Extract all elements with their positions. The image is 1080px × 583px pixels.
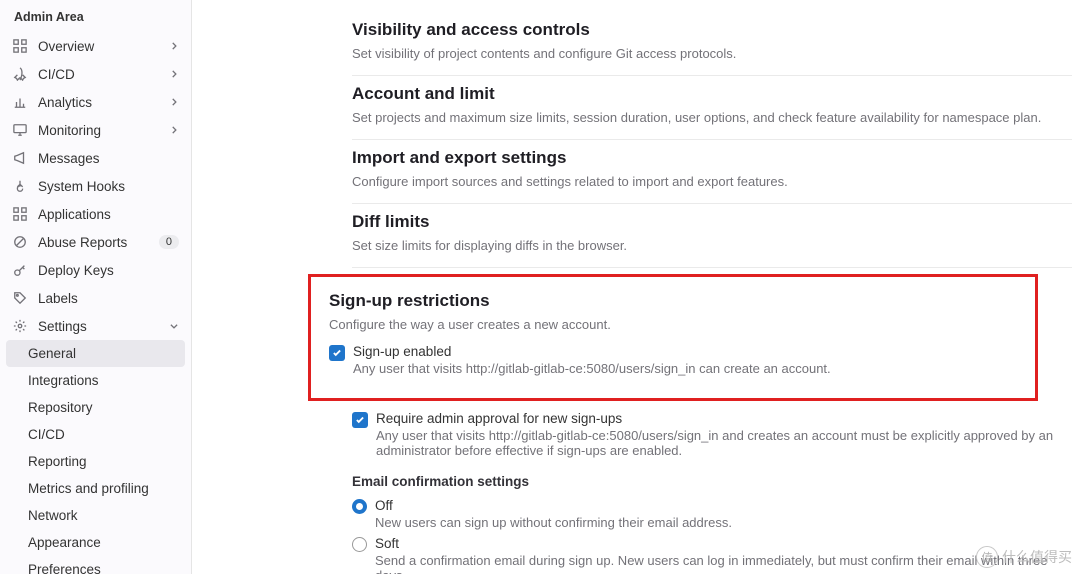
section-desc: Set visibility of project contents and c…	[352, 46, 1072, 61]
require-admin-label: Require admin approval for new sign-ups	[376, 411, 1080, 426]
sidebar-item-label: Monitoring	[38, 123, 101, 138]
sidebar: Admin Area Overview CI/CD Analytics Moni…	[0, 0, 192, 574]
settings-subitems: General Integrations Repository CI/CD Re…	[0, 340, 191, 583]
section-desc: Configure the way a user creates a new a…	[329, 317, 1017, 332]
email-confirmation-title: Email confirmation settings	[352, 474, 1080, 489]
sub-item-repository[interactable]: Repository	[0, 394, 191, 421]
signup-enabled-sub: Any user that visits http://gitlab-gitla…	[353, 361, 831, 376]
section-title: Diff limits	[352, 212, 1072, 232]
radio-sub: Send a confirmation email during sign up…	[375, 553, 1080, 574]
sub-item-appearance[interactable]: Appearance	[0, 529, 191, 556]
sidebar-item-cicd[interactable]: CI/CD	[0, 60, 191, 88]
chevron-down-icon	[169, 319, 179, 334]
section-title: Import and export settings	[352, 148, 1072, 168]
sub-item-integrations[interactable]: Integrations	[0, 367, 191, 394]
gear-icon	[12, 318, 28, 334]
sub-item-preferences[interactable]: Preferences	[0, 556, 191, 583]
chart-icon	[12, 94, 28, 110]
sub-item-cicd[interactable]: CI/CD	[0, 421, 191, 448]
slash-icon	[12, 234, 28, 250]
sidebar-item-label: Overview	[38, 39, 94, 54]
key-icon	[12, 262, 28, 278]
section-title: Sign-up restrictions	[329, 291, 1017, 311]
sidebar-item-settings[interactable]: Settings	[0, 312, 191, 340]
section-import[interactable]: Import and export settings Configure imp…	[352, 140, 1072, 204]
sub-item-general[interactable]: General	[6, 340, 185, 367]
chevron-right-icon	[169, 67, 179, 82]
sidebar-item-system-hooks[interactable]: System Hooks	[0, 172, 191, 200]
radio-sub: New users can sign up without confirming…	[375, 515, 732, 530]
radio-label: Soft	[375, 536, 1080, 551]
sidebar-item-label: Analytics	[38, 95, 92, 110]
abuse-badge: 0	[159, 235, 179, 249]
section-diff[interactable]: Diff limits Set size limits for displayi…	[352, 204, 1072, 268]
watermark: 值 什么值得买	[976, 546, 1072, 568]
watermark-text: 什么值得买	[1002, 547, 1072, 567]
hook-icon	[12, 178, 28, 194]
sub-item-metrics[interactable]: Metrics and profiling	[0, 475, 191, 502]
require-admin-checkbox[interactable]	[352, 412, 368, 428]
section-desc: Set projects and maximum size limits, se…	[352, 110, 1072, 125]
radio-soft[interactable]	[352, 537, 367, 552]
section-account[interactable]: Account and limit Set projects and maxim…	[352, 76, 1072, 140]
signup-enabled-checkbox[interactable]	[329, 345, 345, 361]
sidebar-item-label: Settings	[38, 319, 87, 334]
section-desc: Set size limits for displaying diffs in …	[352, 238, 1072, 253]
monitor-icon	[12, 122, 28, 138]
sidebar-item-label: Messages	[38, 151, 100, 166]
sidebar-item-messages[interactable]: Messages	[0, 144, 191, 172]
sidebar-item-label: Deploy Keys	[38, 263, 114, 278]
chevron-right-icon	[169, 39, 179, 54]
signup-restrictions-highlight: Sign-up restrictions Configure the way a…	[308, 274, 1038, 401]
megaphone-icon	[12, 150, 28, 166]
require-admin-row: Require admin approval for new sign-ups …	[352, 407, 1080, 462]
sub-item-reporting[interactable]: Reporting	[0, 448, 191, 475]
radio-label: Off	[375, 498, 732, 513]
rocket-icon	[12, 66, 28, 82]
sidebar-item-labels[interactable]: Labels	[0, 284, 191, 312]
sidebar-item-label: Labels	[38, 291, 78, 306]
sidebar-item-overview[interactable]: Overview	[0, 32, 191, 60]
section-title: Account and limit	[352, 84, 1072, 104]
section-desc: Configure import sources and settings re…	[352, 174, 1072, 189]
tag-icon	[12, 290, 28, 306]
sidebar-item-label: CI/CD	[38, 67, 75, 82]
radio-off[interactable]	[352, 499, 367, 514]
require-admin-sub: Any user that visits http://gitlab-gitla…	[376, 428, 1080, 458]
applications-icon	[12, 206, 28, 222]
section-visibility[interactable]: Visibility and access controls Set visib…	[352, 12, 1072, 76]
email-option-soft: Soft Send a confirmation email during si…	[352, 533, 1080, 574]
email-option-off: Off New users can sign up without confir…	[352, 495, 1080, 533]
sidebar-item-label: Abuse Reports	[38, 235, 127, 250]
watermark-badge-icon: 值	[976, 546, 998, 568]
sidebar-item-abuse-reports[interactable]: Abuse Reports 0	[0, 228, 191, 256]
sidebar-item-monitoring[interactable]: Monitoring	[0, 116, 191, 144]
sub-item-network[interactable]: Network	[0, 502, 191, 529]
settings-main: Visibility and access controls Set visib…	[192, 0, 1080, 574]
sidebar-item-label: System Hooks	[38, 179, 125, 194]
sidebar-title: Admin Area	[0, 6, 191, 32]
overview-icon	[12, 38, 28, 54]
chevron-right-icon	[169, 95, 179, 110]
section-title: Visibility and access controls	[352, 20, 1072, 40]
chevron-right-icon	[169, 123, 179, 138]
sidebar-item-deploy-keys[interactable]: Deploy Keys	[0, 256, 191, 284]
sidebar-item-analytics[interactable]: Analytics	[0, 88, 191, 116]
sidebar-item-label: Applications	[38, 207, 111, 222]
signup-enabled-row: Sign-up enabled Any user that visits htt…	[329, 340, 1017, 380]
signup-enabled-label: Sign-up enabled	[353, 344, 831, 359]
sidebar-item-applications[interactable]: Applications	[0, 200, 191, 228]
